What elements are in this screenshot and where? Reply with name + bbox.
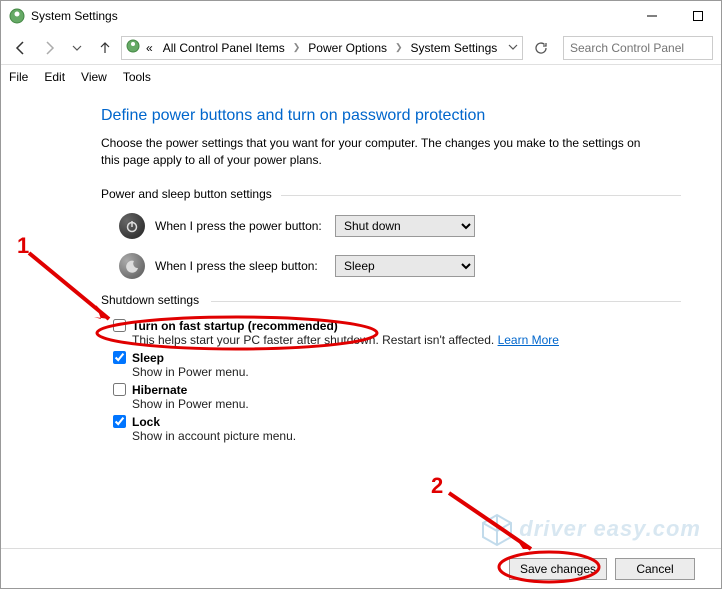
lock-row: Lock Show in account picture menu.: [113, 415, 681, 443]
sleep-checkbox[interactable]: [113, 351, 126, 364]
annotation-2: 2: [431, 473, 443, 498]
menu-view[interactable]: View: [81, 70, 107, 84]
hibernate-label: Hibernate: [132, 383, 187, 397]
chevron-right-icon: ❯: [291, 42, 303, 53]
hibernate-checkbox[interactable]: [113, 383, 126, 396]
content-area: Define power buttons and turn on passwor…: [1, 89, 721, 477]
power-icon: [119, 213, 145, 239]
fast-startup-row: Turn on fast startup (recommended) This …: [113, 319, 681, 347]
history-dropdown[interactable]: [65, 36, 89, 60]
power-button-label: When I press the power button:: [155, 219, 325, 233]
chevron-right-icon: ❯: [393, 42, 405, 53]
power-sleep-group: Power and sleep button settings When I p…: [101, 187, 681, 279]
window-title: System Settings: [31, 9, 118, 23]
lock-desc: Show in account picture menu.: [132, 429, 681, 443]
page-title: Define power buttons and turn on passwor…: [101, 107, 681, 125]
lock-checkbox[interactable]: [113, 415, 126, 428]
location-icon: [126, 39, 140, 56]
sleep-label: Sleep: [132, 351, 164, 365]
search-input[interactable]: [563, 36, 713, 60]
fast-startup-label: Turn on fast startup (recommended): [132, 319, 338, 333]
chevron-down-icon: [72, 43, 82, 53]
up-arrow-icon: [98, 41, 112, 55]
shutdown-group-title: Shutdown settings: [101, 293, 681, 309]
sleep-desc: Show in Power menu.: [132, 365, 681, 379]
forward-arrow-icon: [41, 40, 57, 56]
power-sleep-group-title: Power and sleep button settings: [101, 187, 681, 203]
minimize-icon: [647, 11, 657, 21]
menu-bar: File Edit View Tools: [1, 65, 721, 89]
refresh-icon: [534, 41, 548, 55]
chevron-down-icon: [508, 42, 518, 52]
breadcrumb-item-all[interactable]: All Control Panel Items: [159, 41, 289, 55]
fast-startup-desc: This helps start your PC faster after sh…: [132, 333, 681, 347]
menu-file[interactable]: File: [9, 70, 28, 84]
save-changes-button[interactable]: Save changes: [509, 558, 607, 580]
hibernate-row: Hibernate Show in Power menu.: [113, 383, 681, 411]
breadcrumb[interactable]: « All Control Panel Items ❯ Power Option…: [121, 36, 523, 60]
menu-edit[interactable]: Edit: [44, 70, 65, 84]
sleep-button-select[interactable]: Sleep: [335, 255, 475, 277]
sleep-button-label: When I press the sleep button:: [155, 259, 325, 273]
sleep-row: Sleep Show in Power menu.: [113, 351, 681, 379]
bottom-bar: Save changes Cancel: [1, 548, 721, 588]
breadcrumb-item-settings[interactable]: System Settings: [407, 41, 502, 55]
sleep-icon: [119, 253, 145, 279]
breadcrumb-dropdown[interactable]: [508, 41, 518, 55]
forward-button[interactable]: [37, 36, 61, 60]
refresh-button[interactable]: [529, 36, 553, 60]
menu-tools[interactable]: Tools: [123, 70, 151, 84]
fast-startup-checkbox[interactable]: [113, 319, 126, 332]
breadcrumb-prefix: «: [142, 41, 157, 55]
power-button-row: When I press the power button: Shut down: [119, 213, 681, 239]
navigation-bar: « All Control Panel Items ❯ Power Option…: [1, 31, 721, 65]
back-arrow-icon: [13, 40, 29, 56]
title-bar: System Settings: [1, 1, 721, 31]
page-subtitle: Choose the power settings that you want …: [101, 135, 661, 169]
watermark: driver easy.com: [479, 512, 701, 548]
hibernate-desc: Show in Power menu.: [132, 397, 681, 411]
maximize-button[interactable]: [675, 1, 721, 31]
lock-label: Lock: [132, 415, 160, 429]
minimize-button[interactable]: [629, 1, 675, 31]
learn-more-link[interactable]: Learn More: [498, 333, 559, 347]
up-button[interactable]: [93, 36, 117, 60]
maximize-icon: [693, 11, 703, 21]
cube-icon: [479, 512, 515, 548]
breadcrumb-item-power[interactable]: Power Options: [304, 41, 391, 55]
power-button-select[interactable]: Shut down: [335, 215, 475, 237]
app-icon: [9, 8, 25, 24]
back-button[interactable]: [9, 36, 33, 60]
window-controls: [629, 1, 721, 31]
shutdown-settings-group: Shutdown settings Turn on fast startup (…: [101, 293, 681, 443]
sleep-button-row: When I press the sleep button: Sleep: [119, 253, 681, 279]
cancel-button[interactable]: Cancel: [615, 558, 695, 580]
